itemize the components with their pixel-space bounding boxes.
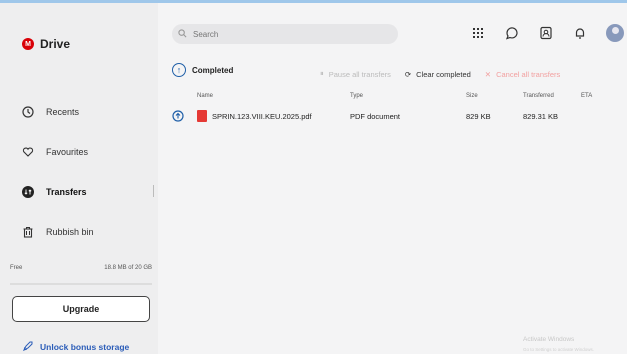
- mega-logo-icon: M: [22, 38, 34, 50]
- file-transferred: 829.31 KB: [523, 112, 559, 121]
- clear-completed-label: Clear completed: [416, 69, 471, 79]
- top-toolbar: [470, 24, 624, 42]
- heart-icon: [22, 146, 34, 158]
- app-name: Drive: [40, 37, 71, 51]
- storage-info: Free 18.8 MB of 20 GB: [10, 265, 152, 271]
- pause-icon: ⏸: [320, 69, 324, 78]
- clear-completed-button[interactable]: ⟳ Clear completed: [405, 69, 471, 79]
- transfer-icon: [22, 186, 34, 198]
- sidebar: M Drive Recents Favourites Transfers Rub…: [0, 3, 158, 354]
- avatar[interactable]: [606, 24, 624, 42]
- unlock-bonus-storage-link[interactable]: Unlock bonus storage: [22, 340, 129, 354]
- pause-all-button[interactable]: ⏸ Pause all transfers: [320, 69, 391, 79]
- activate-windows-title: Activate Windows: [523, 336, 575, 343]
- apps-grid-icon[interactable]: [470, 25, 486, 41]
- pdf-file-icon: [197, 110, 207, 122]
- contacts-icon[interactable]: [538, 25, 554, 41]
- completed-section-header: ↑ Completed: [172, 63, 233, 77]
- file-type: PDF document: [350, 112, 401, 121]
- main-content: [158, 3, 627, 354]
- search-input[interactable]: [193, 29, 373, 39]
- table-row[interactable]: SPRIN.123.VIII.KEU.2025.pdf PDF document…: [170, 108, 620, 128]
- sidebar-item-favourites[interactable]: Favourites: [12, 138, 152, 166]
- sidebar-item-recents[interactable]: Recents: [12, 98, 152, 126]
- activate-windows-subtitle: Go to Settings to activate Windows.: [523, 347, 595, 352]
- column-header-eta[interactable]: ETA: [581, 93, 592, 99]
- refresh-icon: ⟳: [404, 69, 412, 79]
- sidebar-item-rubbish-bin[interactable]: Rubbish bin: [12, 218, 152, 246]
- clock-icon: [22, 106, 34, 118]
- section-title: Completed: [192, 65, 234, 75]
- cancel-all-label: Cancel all transfers: [496, 69, 561, 79]
- upload-complete-icon: [172, 110, 184, 124]
- brand[interactable]: M Drive: [22, 37, 70, 51]
- pause-all-label: Pause all transfers: [328, 69, 391, 79]
- search-icon: [178, 28, 187, 40]
- sidebar-resize-handle[interactable]: [153, 185, 154, 197]
- sidebar-item-label: Transfers: [46, 187, 87, 197]
- trash-icon: [22, 226, 34, 238]
- search-bar[interactable]: [172, 24, 398, 44]
- sidebar-item-label: Recents: [46, 107, 80, 117]
- column-header-transferred[interactable]: Transferred: [523, 93, 554, 99]
- sidebar-item-label: Rubbish bin: [46, 227, 94, 237]
- file-name: SPRIN.123.VIII.KEU.2025.pdf: [212, 112, 312, 121]
- chat-icon[interactable]: [504, 25, 520, 41]
- upgrade-button[interactable]: Upgrade: [12, 296, 150, 322]
- close-icon: ✕: [484, 69, 492, 79]
- column-header-type[interactable]: Type: [350, 93, 363, 99]
- file-size: 829 KB: [466, 112, 491, 121]
- storage-bar: [10, 283, 152, 285]
- column-header-size[interactable]: Size: [466, 93, 478, 99]
- bonus-label: Unlock bonus storage: [40, 342, 130, 352]
- sidebar-item-transfers[interactable]: Transfers: [12, 178, 152, 206]
- cancel-all-button[interactable]: ✕ Cancel all transfers: [485, 69, 561, 79]
- column-header-name[interactable]: Name: [197, 93, 213, 99]
- upload-arrow-icon: ↑: [172, 63, 186, 77]
- storage-used: 18.8 MB of 20 GB: [104, 265, 152, 271]
- rocket-icon: [22, 340, 34, 354]
- bell-icon[interactable]: [572, 25, 588, 41]
- storage-plan: Free: [10, 265, 23, 271]
- transfer-actions: ⏸ Pause all transfers ⟳ Clear completed …: [320, 69, 560, 79]
- sidebar-item-label: Favourites: [46, 147, 89, 157]
